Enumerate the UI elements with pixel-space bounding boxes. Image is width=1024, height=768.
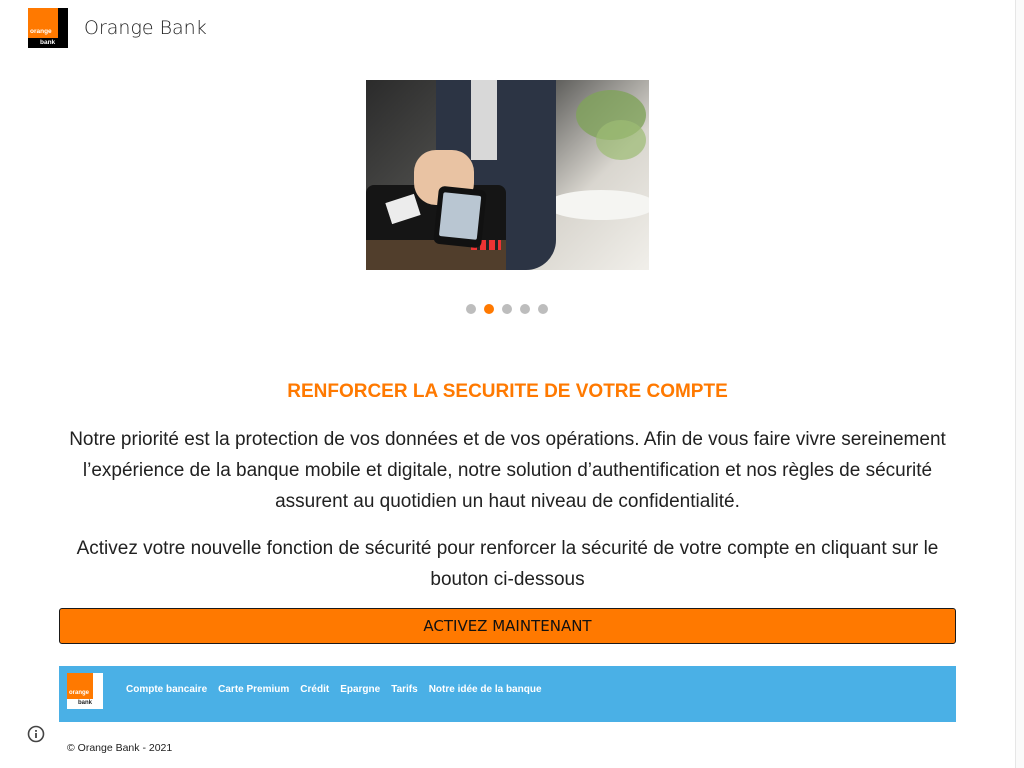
- carousel-indicators: [466, 304, 548, 314]
- carousel-dot-1[interactable]: [466, 304, 476, 314]
- banner-logo[interactable]: orange bank: [67, 673, 103, 709]
- image-plant: [596, 120, 646, 160]
- copyright-text: © Orange Bank - 2021: [67, 742, 173, 754]
- logo-text-orange: orange: [30, 28, 52, 35]
- logo-text-bank: bank: [40, 39, 56, 46]
- nav-link-tarifs[interactable]: Tarifs: [391, 684, 418, 695]
- nav-link-credit[interactable]: Crédit: [300, 684, 329, 695]
- banner-nav-links: Compte bancaire Carte Premium Crédit Epa…: [126, 684, 542, 695]
- carousel-dot-3[interactable]: [502, 304, 512, 314]
- scrollbar[interactable]: [1015, 0, 1024, 768]
- carousel-image: [366, 80, 649, 270]
- banner-logo-text-bank: bank: [78, 700, 93, 706]
- nav-link-compte-bancaire[interactable]: Compte bancaire: [126, 684, 207, 695]
- activate-now-button[interactable]: ACTIVEZ MAINTENANT: [59, 608, 956, 644]
- footer-nav-banner: orange bank Compte bancaire Carte Premiu…: [59, 666, 956, 722]
- intro-paragraph: Notre priorité est la protection de vos …: [69, 429, 946, 512]
- instruction-paragraph: Activez votre nouvelle fonction de sécur…: [76, 538, 939, 590]
- image-smartphone: [433, 185, 487, 249]
- nav-link-epargne[interactable]: Epargne: [340, 684, 380, 695]
- image-table: [546, 190, 649, 220]
- image-shirt: [471, 80, 497, 160]
- carousel-dot-2[interactable]: [484, 304, 494, 314]
- carousel-dot-4[interactable]: [520, 304, 530, 314]
- nav-link-carte-premium[interactable]: Carte Premium: [218, 684, 289, 695]
- orange-bank-logo[interactable]: orange bank: [28, 8, 68, 48]
- banner-logo-text-orange: orange: [69, 690, 90, 696]
- section-heading: RENFORCER LA SECURITE DE VOTRE COMPTE: [287, 381, 728, 402]
- image-phone-screen: [438, 192, 482, 240]
- nav-link-notre-idee[interactable]: Notre idée de la banque: [429, 684, 542, 695]
- site-header: orange bank Orange Bank: [28, 8, 207, 48]
- carousel-dot-5[interactable]: [538, 304, 548, 314]
- site-title[interactable]: Orange Bank: [84, 17, 207, 39]
- info-icon[interactable]: [27, 725, 45, 743]
